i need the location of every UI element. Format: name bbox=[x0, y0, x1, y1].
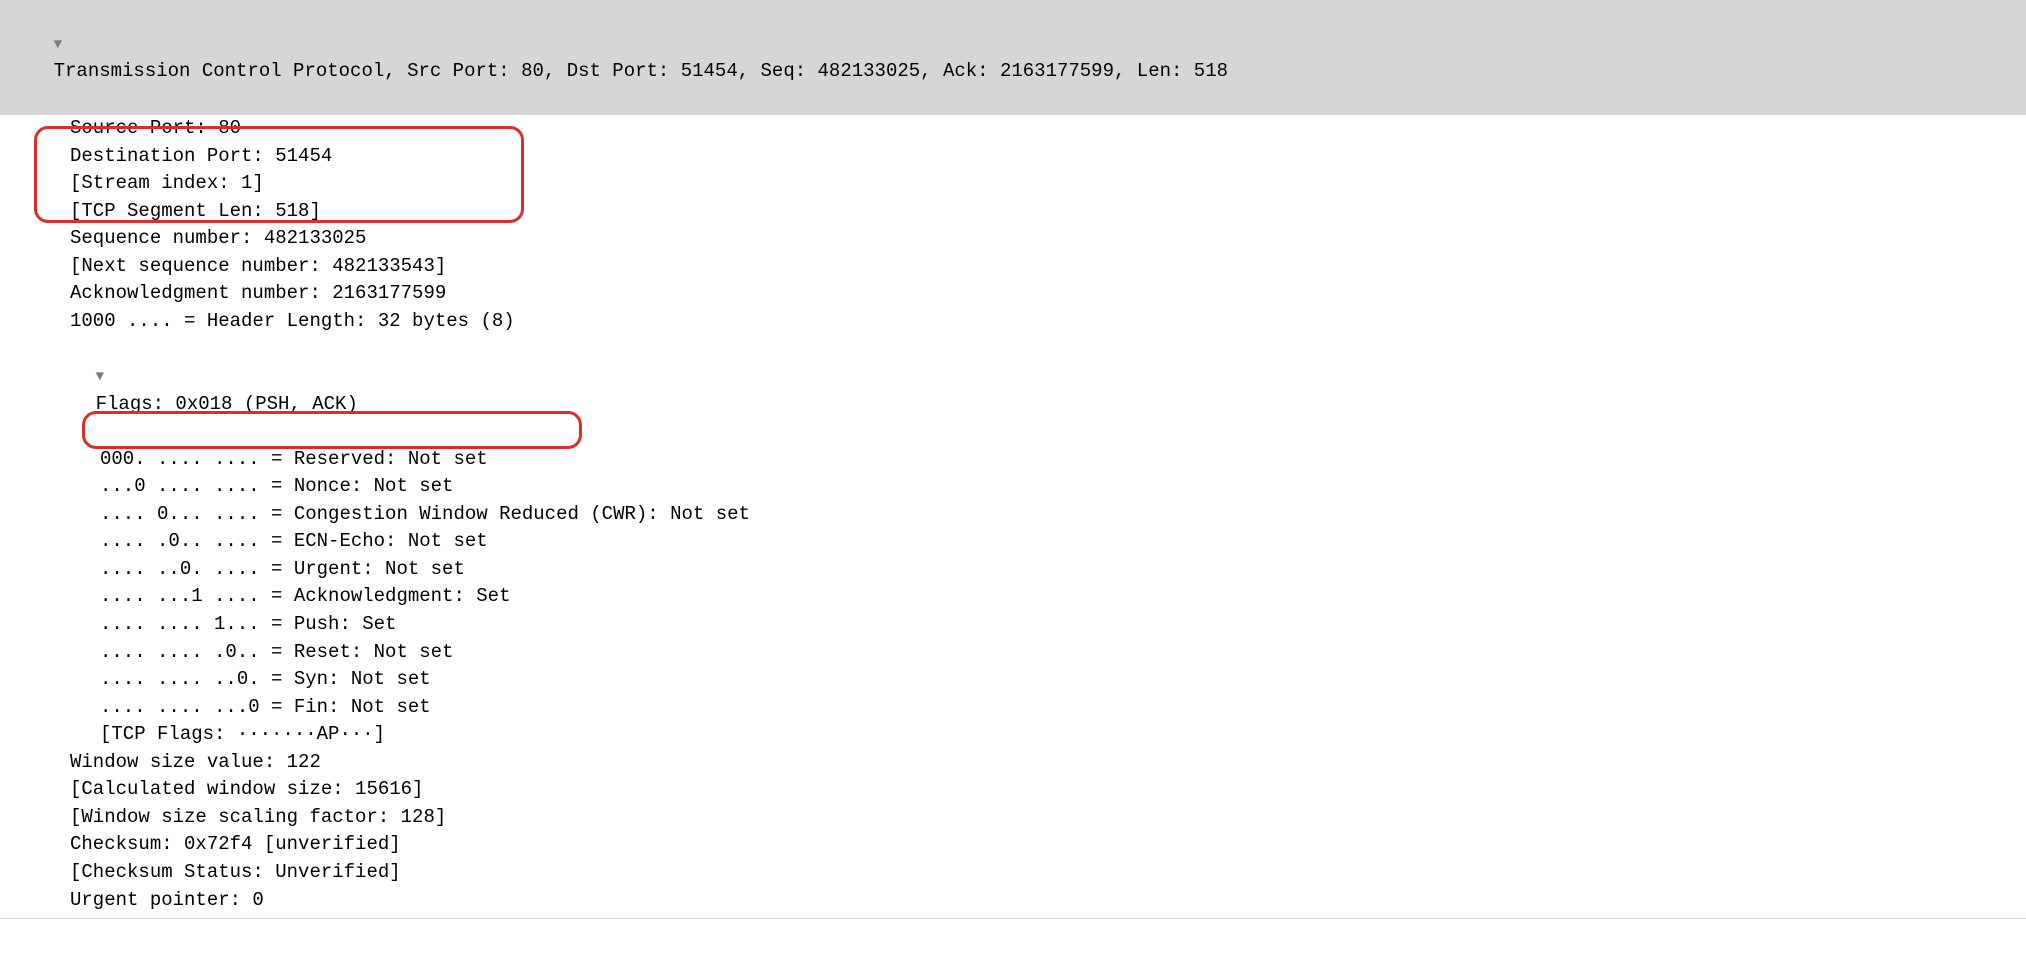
field-window-size[interactable]: Window size value: 122 bbox=[0, 749, 2026, 777]
tcp-summary-row[interactable]: ▼ Transmission Control Protocol, Src Por… bbox=[0, 1, 2026, 115]
flags-summary-row[interactable]: ▼ Flags: 0x018 (PSH, ACK) bbox=[0, 336, 2026, 446]
flag-syn[interactable]: .... .... ..0. = Syn: Not set bbox=[0, 666, 2026, 694]
field-calc-window-size[interactable]: [Calculated window size: 15616] bbox=[0, 776, 2026, 804]
field-stream-index[interactable]: [Stream index: 1] bbox=[0, 170, 2026, 198]
field-dst-port[interactable]: Destination Port: 51454 bbox=[0, 143, 2026, 171]
flag-ecn[interactable]: .... .0.. .... = ECN-Echo: Not set bbox=[0, 528, 2026, 556]
tcp-flags-string[interactable]: [TCP Flags: ·······AP···] bbox=[0, 721, 2026, 749]
flag-ack[interactable]: .... ...1 .... = Acknowledgment: Set bbox=[0, 583, 2026, 611]
flag-urgent[interactable]: .... ..0. .... = Urgent: Not set bbox=[0, 556, 2026, 584]
packet-details-pane[interactable]: ▼ Transmission Control Protocol, Src Por… bbox=[0, 0, 2026, 919]
flag-cwr[interactable]: .... 0... .... = Congestion Window Reduc… bbox=[0, 501, 2026, 529]
field-src-port[interactable]: Source Port: 80 bbox=[0, 115, 2026, 143]
field-window-scaling[interactable]: [Window size scaling factor: 128] bbox=[0, 804, 2026, 832]
flag-push[interactable]: .... .... 1... = Push: Set bbox=[0, 611, 2026, 639]
tcp-summary: Transmission Control Protocol, Src Port:… bbox=[54, 60, 1228, 82]
flag-fin[interactable]: .... .... ...0 = Fin: Not set bbox=[0, 694, 2026, 722]
caret-down-icon: ▼ bbox=[54, 35, 68, 55]
field-next-seq-number[interactable]: [Next sequence number: 482133543] bbox=[0, 253, 2026, 281]
flag-reset[interactable]: .... .... .0.. = Reset: Not set bbox=[0, 639, 2026, 667]
flag-reserved[interactable]: 000. .... .... = Reserved: Not set bbox=[0, 446, 2026, 474]
field-ack-number[interactable]: Acknowledgment number: 2163177599 bbox=[0, 280, 2026, 308]
flags-summary: Flags: 0x018 (PSH, ACK) bbox=[96, 393, 358, 415]
caret-down-icon: ▼ bbox=[96, 367, 110, 387]
field-seq-number[interactable]: Sequence number: 482133025 bbox=[0, 225, 2026, 253]
field-checksum[interactable]: Checksum: 0x72f4 [unverified] bbox=[0, 831, 2026, 859]
field-urgent-pointer[interactable]: Urgent pointer: 0 bbox=[0, 887, 2026, 915]
flag-nonce[interactable]: ...0 .... .... = Nonce: Not set bbox=[0, 473, 2026, 501]
field-tcp-segment-len[interactable]: [TCP Segment Len: 518] bbox=[0, 198, 2026, 226]
field-checksum-status[interactable]: [Checksum Status: Unverified] bbox=[0, 859, 2026, 887]
field-header-length[interactable]: 1000 .... = Header Length: 32 bytes (8) bbox=[0, 308, 2026, 336]
